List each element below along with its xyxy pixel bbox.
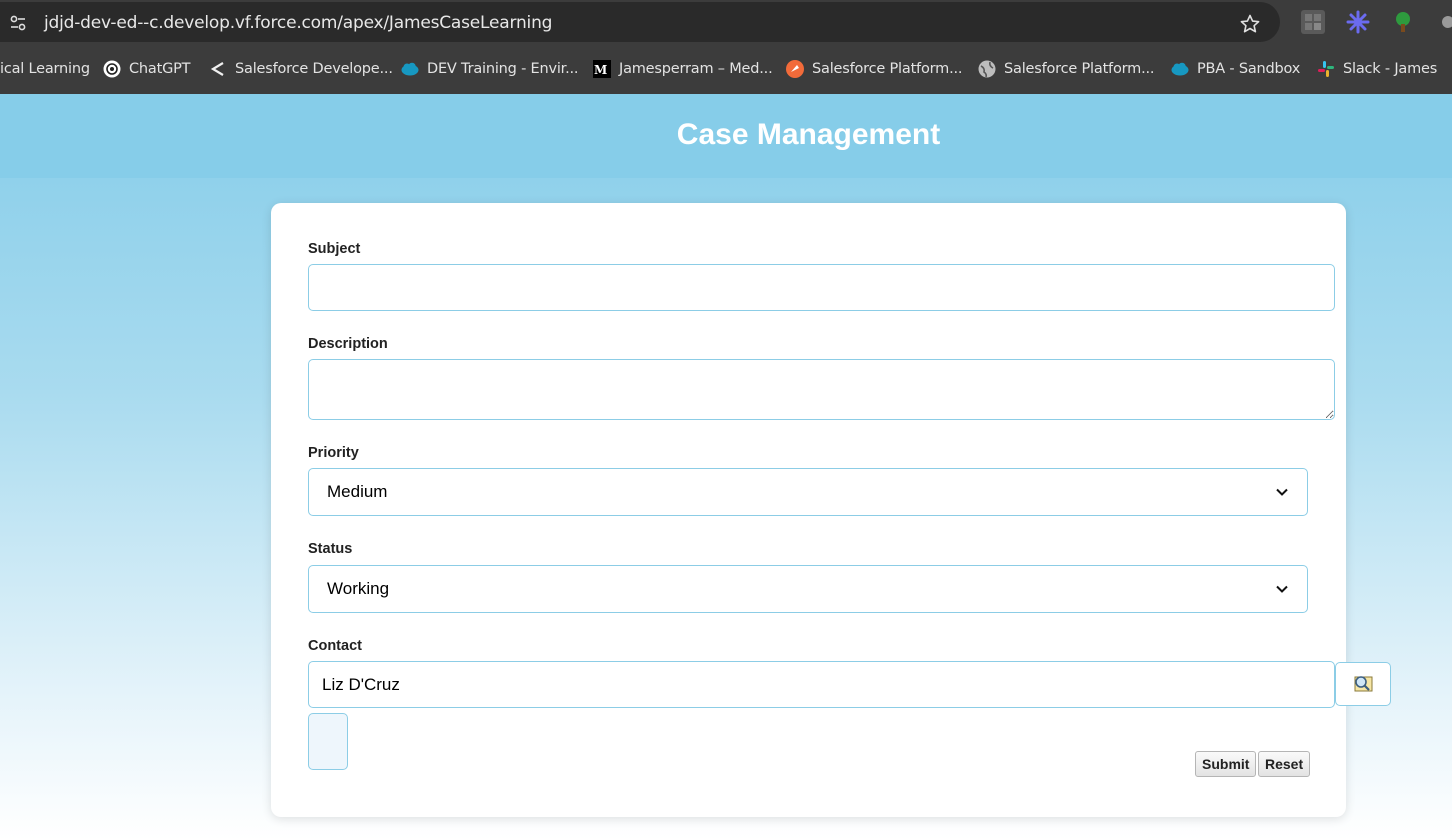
subject-input[interactable] [308, 264, 1335, 311]
trailhead-icon [786, 60, 804, 78]
lookup-magnifier-icon [1354, 676, 1373, 692]
bookmark-label: DEV Training - Envir... [427, 61, 579, 77]
priority-value: Medium [327, 482, 388, 501]
submit-button[interactable]: Submit [1195, 751, 1257, 777]
globe-icon [978, 60, 996, 78]
chevron-down-icon [1276, 488, 1288, 496]
priority-label: Priority [308, 445, 359, 461]
bookmark-label: Salesforce Platform... [1004, 61, 1155, 77]
url-text[interactable]: jdjd-dev-ed--c.develop.vf.force.com/apex… [44, 13, 552, 33]
page-header: Case Management [0, 94, 1452, 178]
chevron-left-icon [210, 62, 224, 76]
bookmark-label: PBA - Sandbox [1197, 61, 1301, 77]
bookmark-item[interactable]: Salesforce Platform... [978, 58, 1154, 80]
extension-puzzle-icon[interactable] [1438, 10, 1452, 34]
priority-select[interactable]: Medium [308, 468, 1308, 516]
extension-star-icon[interactable] [1346, 10, 1370, 34]
bookmark-star-icon[interactable] [1238, 12, 1262, 36]
description-label: Description [308, 336, 388, 352]
status-label: Status [308, 541, 353, 557]
site-info-icon[interactable] [8, 13, 28, 33]
salesforce-cloud-icon [401, 62, 419, 76]
page-title: Case Management [676, 118, 941, 151]
browser-toolbar: jdjd-dev-ed--c.develop.vf.force.com/apex… [0, 0, 1452, 44]
bookmarks-bar: ical Learning ChatGPT Salesforce Develop… [0, 44, 1452, 94]
reset-button[interactable]: Reset [1258, 751, 1311, 777]
status-value: Working [327, 579, 390, 598]
bookmark-item[interactable]: Salesforce Platform... [786, 58, 962, 80]
bookmark-label: ChatGPT [129, 61, 191, 77]
case-form-card: Subject Description Priority Medium Stat… [271, 203, 1391, 817]
bookmark-item[interactable]: PBA - Sandbox [1171, 58, 1300, 80]
subject-label: Subject [308, 241, 361, 257]
bookmark-item[interactable]: ical Learning [0, 58, 90, 80]
address-bar[interactable]: jdjd-dev-ed--c.develop.vf.force.com/apex… [0, 2, 1280, 42]
extension-tree-icon[interactable] [1391, 10, 1415, 34]
chevron-down-icon [1276, 585, 1288, 593]
contact-lookup-button[interactable] [1335, 662, 1391, 706]
salesforce-cloud-icon [1171, 62, 1189, 76]
bookmark-item[interactable]: Slack - James [1317, 58, 1437, 80]
page-body: Case Management Subject Description Prio… [0, 94, 1452, 840]
slack-icon [1318, 61, 1334, 77]
bookmark-item[interactable]: ChatGPT [103, 58, 191, 80]
contact-label: Contact [308, 638, 362, 654]
description-textarea[interactable] [308, 359, 1335, 420]
medium-icon: M [593, 60, 611, 78]
bookmark-item[interactable]: M Jamesperram – Med... [593, 58, 773, 80]
bookmark-item[interactable]: Salesforce Develope... [209, 58, 393, 80]
bookmark-label: Salesforce Develope... [235, 61, 393, 77]
bookmark-item[interactable]: DEV Training - Envir... [401, 58, 579, 80]
status-select[interactable]: Working [308, 565, 1308, 613]
bookmark-label: Jamesperram – Med... [619, 61, 773, 77]
bookmark-label: Slack - James [1343, 61, 1438, 77]
placeholder-box [308, 713, 348, 770]
contact-input[interactable] [308, 661, 1335, 708]
bookmark-label: ical Learning [0, 61, 90, 77]
svg-text:M: M [594, 63, 607, 77]
chatgpt-icon [103, 60, 121, 78]
extension-grid-icon[interactable] [1301, 10, 1325, 34]
bookmark-label: Salesforce Platform... [812, 61, 963, 77]
